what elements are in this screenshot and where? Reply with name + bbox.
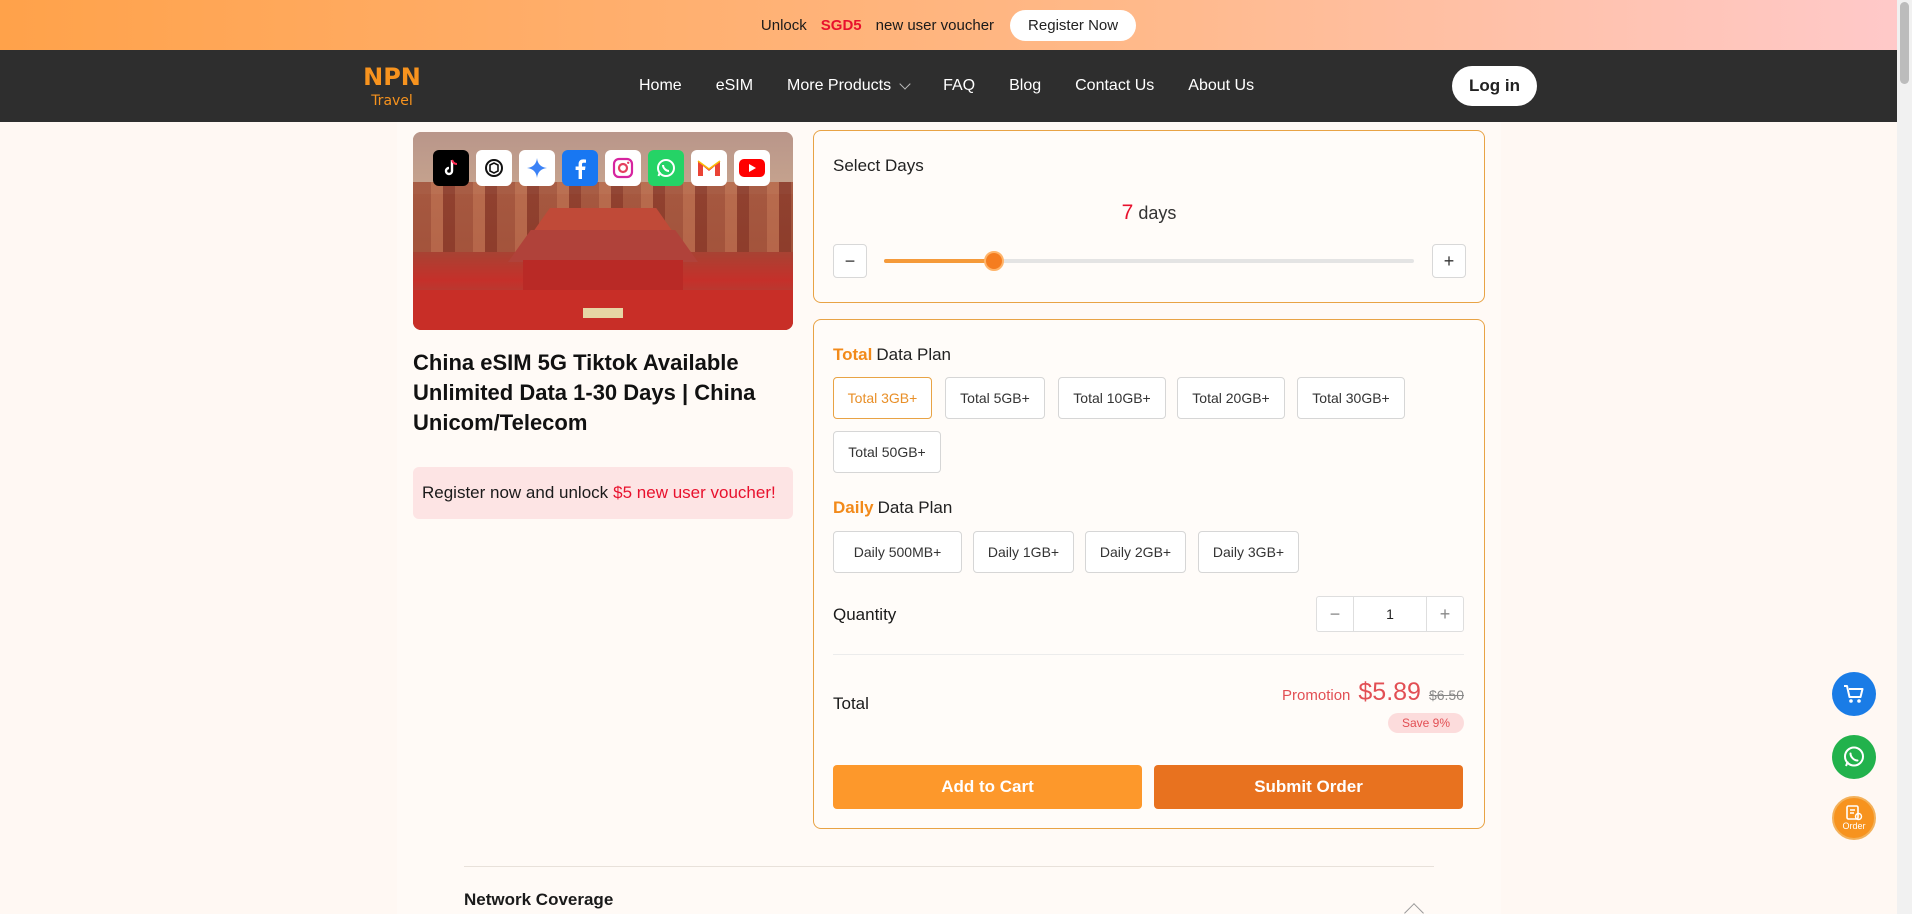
days-value: 7 days (814, 201, 1484, 225)
divider (833, 654, 1464, 655)
plan-option-total-10gb[interactable]: Total 10GB+ (1058, 377, 1166, 419)
plan-option-total-20gb[interactable]: Total 20GB+ (1177, 377, 1285, 419)
register-promo-highlight[interactable]: $5 new user voucher! (613, 483, 776, 503)
nav-home[interactable]: Home (639, 77, 682, 95)
quantity-increase-button[interactable]: + (1427, 597, 1463, 631)
order-icon (1846, 805, 1863, 821)
total-plan-heading-rest: Data Plan (876, 345, 952, 364)
total-plan-heading: Total Data Plan (833, 345, 951, 365)
cart-icon (1844, 685, 1864, 703)
brand-logo[interactable]: NPN Travel (362, 61, 422, 109)
nav-faq[interactable]: FAQ (943, 77, 975, 95)
days-number: 7 (1121, 201, 1134, 224)
plan-option-total-5gb[interactable]: Total 5GB+ (945, 377, 1045, 419)
whatsapp-icon (1844, 746, 1864, 767)
plan-option-daily-500mb[interactable]: Daily 500MB+ (833, 531, 962, 573)
days-unit: days (1138, 203, 1177, 223)
logo-text: NPN (363, 63, 421, 91)
days-decrease-button[interactable]: − (833, 244, 867, 278)
plan-option-daily-1gb[interactable]: Daily 1GB+ (973, 531, 1074, 573)
register-promo-text: Register now and unlock (422, 483, 609, 502)
plan-option-daily-2gb[interactable]: Daily 2GB+ (1085, 531, 1186, 573)
days-slider-handle[interactable] (983, 251, 1004, 271)
days-increase-button[interactable]: + (1432, 244, 1466, 278)
promo-suffix: new user voucher (875, 16, 995, 34)
select-days-label: Select Days (833, 156, 924, 175)
register-now-button[interactable]: Register Now (1010, 9, 1137, 41)
floating-whatsapp-button[interactable] (1832, 735, 1876, 779)
promo-bar: Unlock SGD5 new user voucher Register No… (0, 0, 1897, 50)
quantity-input[interactable]: 1 (1353, 597, 1427, 631)
chatgpt-icon (476, 150, 512, 186)
save-badge: Save 9% (1387, 713, 1464, 733)
price-row: Promotion $5.89 $6.50 (1282, 678, 1464, 707)
data-plan-panel: Total Data Plan Total 3GB+ Total 5GB+ Tot… (813, 319, 1485, 829)
network-coverage-heading[interactable]: Network Coverage (464, 890, 613, 910)
scrollbar-track[interactable] (1897, 0, 1912, 914)
logo-sub: Travel (370, 93, 413, 109)
total-label: Total (833, 694, 869, 713)
daily-plan-heading-highlight: Daily (833, 498, 874, 517)
nav-about-us[interactable]: About Us (1188, 77, 1254, 95)
divider (464, 866, 1434, 867)
youtube-icon (734, 150, 770, 186)
plan-option-daily-3gb[interactable]: Daily 3GB+ (1198, 531, 1299, 573)
promotion-label: Promotion (1282, 687, 1351, 704)
quantity-stepper: − 1 + (1316, 596, 1464, 632)
chevron-down-icon (899, 78, 911, 90)
original-price: $6.50 (1428, 687, 1464, 703)
nav-more-products-label: More Products (787, 77, 892, 94)
nav-blog[interactable]: Blog (1009, 77, 1041, 95)
quantity-decrease-button[interactable]: − (1317, 597, 1353, 631)
register-promo[interactable]: Register now and unlock $5 new user vouc… (413, 467, 793, 519)
add-to-cart-button[interactable]: Add to Cart (833, 765, 1142, 809)
product-image (413, 132, 793, 330)
promotion-price: $5.89 (1358, 678, 1421, 706)
quantity-label: Quantity (833, 605, 897, 624)
login-button[interactable]: Log in (1452, 66, 1537, 106)
floating-order-button[interactable]: Order (1832, 796, 1876, 840)
plan-option-total-50gb[interactable]: Total 50GB+ (833, 431, 941, 473)
floating-cart-button[interactable] (1832, 672, 1876, 716)
daily-plan-heading: Daily Data Plan (833, 498, 952, 518)
gmail-icon (691, 150, 727, 186)
daily-plan-heading-rest: Data Plan (877, 498, 953, 517)
tiktok-icon (433, 150, 469, 186)
submit-order-button[interactable]: Submit Order (1154, 765, 1463, 809)
instagram-icon (605, 150, 641, 186)
total-plan-heading-highlight: Total (833, 345, 873, 364)
nav-contact-us[interactable]: Contact Us (1075, 77, 1154, 95)
product-title: China eSIM 5G Tiktok Available Unlimited… (413, 350, 756, 435)
gemini-icon (519, 150, 555, 186)
plan-option-total-30gb[interactable]: Total 30GB+ (1297, 377, 1405, 419)
nav-more-products[interactable]: More Products (787, 77, 911, 95)
promo-prefix: Unlock (760, 16, 807, 34)
facebook-icon (562, 150, 598, 186)
days-slider-fill (884, 259, 994, 263)
nav-esim[interactable]: eSIM (716, 77, 753, 95)
select-days-panel: Select Days 7 days − + (813, 130, 1485, 303)
app-icons (433, 150, 770, 186)
promo-voucher: SGD5 (820, 16, 862, 34)
whatsapp-icon (648, 150, 684, 186)
order-label: Order (1842, 821, 1866, 831)
top-nav: NPN Travel Home eSIM More Products FAQ B… (0, 50, 1897, 122)
scrollbar-thumb[interactable] (1900, 2, 1909, 84)
main-menu: Home eSIM More Products FAQ Blog Contact… (639, 50, 1254, 122)
plan-option-total-3gb[interactable]: Total 3GB+ (833, 377, 932, 419)
